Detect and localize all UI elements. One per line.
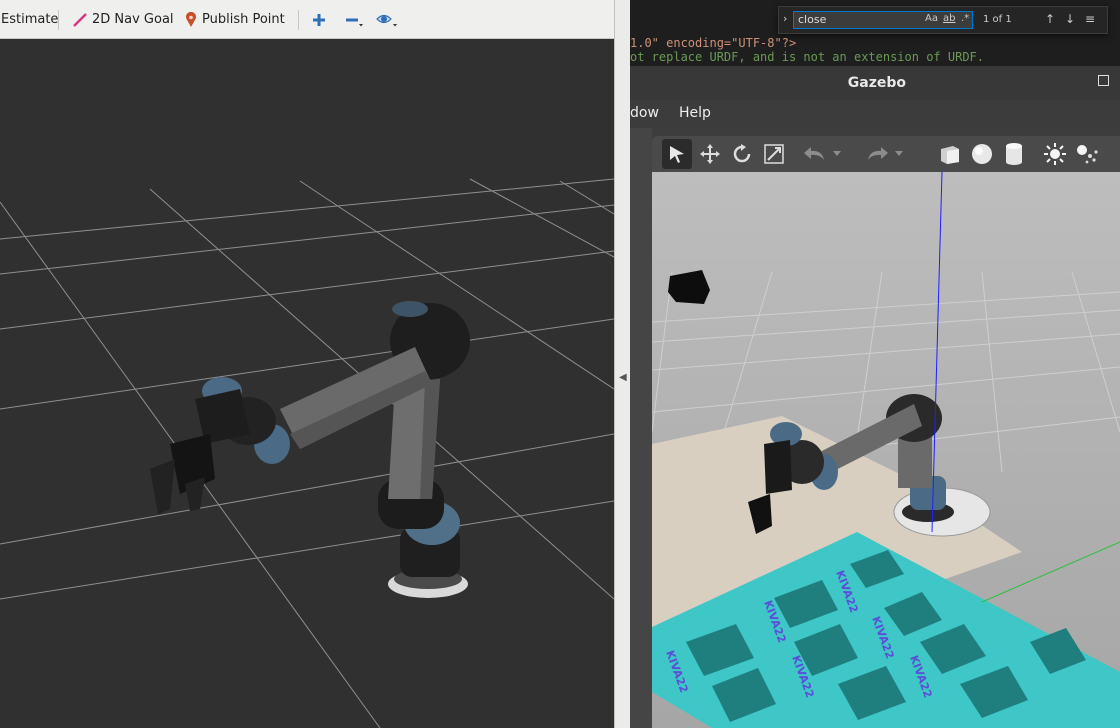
ur5-robot-model <box>150 301 470 598</box>
code-line: 1.0" encoding="UTF-8"?> <box>630 36 797 50</box>
insert-cylinder-button[interactable] <box>999 139 1029 169</box>
eye-icon <box>376 14 397 26</box>
insert-point-light-button[interactable] <box>1040 139 1070 169</box>
rviz-splitter[interactable]: ◀ <box>614 0 630 728</box>
sphere-shape-icon <box>972 144 992 164</box>
find-widget: › close Aa ab .* 1 of 1 ↑ ↓ ≡ <box>778 6 1108 34</box>
undo-history-dropdown[interactable] <box>830 139 844 169</box>
nav-goal-arrow-icon <box>73 12 87 27</box>
spot-light-icon <box>1077 145 1098 164</box>
map-pin-icon <box>186 11 196 27</box>
gazebo-toolbar <box>652 136 1120 172</box>
gazebo-3d-viewport[interactable]: KIVA22 KIVA22 KIVA22 KIVA22 KIVA22 KIVA2… <box>652 172 1120 728</box>
find-in-selection-icon[interactable]: ≡ <box>1085 12 1095 26</box>
rviz-toolbar: Estimate 2D Nav Goal Publish Point <box>0 0 614 39</box>
insert-sphere-button[interactable] <box>967 139 997 169</box>
scale-icon <box>764 144 784 164</box>
undo-button[interactable] <box>800 139 830 169</box>
whole-word-toggle[interactable]: ab <box>943 13 955 24</box>
rotate-mode-button[interactable] <box>727 139 757 169</box>
chevron-down-icon <box>895 151 903 156</box>
rotate-icon <box>733 144 751 163</box>
box-shape-icon <box>941 146 959 164</box>
insert-spot-light-button[interactable] <box>1072 139 1102 169</box>
publish-point-label: Publish Point <box>202 12 285 27</box>
gazebo-scene: KIVA22 KIVA22 KIVA22 KIVA22 KIVA22 KIVA2… <box>652 172 1120 728</box>
add-tool-button[interactable] <box>312 0 326 39</box>
code-editor: › close Aa ab .* 1 of 1 ↑ ↓ ≡ 1.0" encod… <box>630 0 1120 70</box>
insert-box-button[interactable] <box>935 139 965 169</box>
point-light-icon <box>1044 143 1066 165</box>
gazebo-left-panel <box>630 128 652 728</box>
chevron-right-icon[interactable]: › <box>783 12 787 25</box>
gazebo-menubar: dow Help <box>630 100 1120 128</box>
rviz-scene <box>0 178 614 728</box>
redo-button[interactable] <box>862 139 892 169</box>
collapse-arrow-icon[interactable]: ◀ <box>619 372 627 383</box>
view-options-button[interactable] <box>376 0 400 39</box>
select-mode-button[interactable] <box>662 139 692 169</box>
find-result-count: 1 of 1 <box>983 14 1012 25</box>
rviz-3d-viewport[interactable] <box>0 39 614 728</box>
cylinder-shape-icon <box>1006 143 1022 165</box>
minus-icon <box>346 18 363 26</box>
rviz-grid <box>0 178 614 728</box>
regex-toggle[interactable]: .* <box>961 13 969 24</box>
maximize-icon[interactable] <box>1098 75 1109 86</box>
code-line: ot replace URDF, and is not an extension… <box>630 50 985 64</box>
toolbar-separator <box>298 10 299 30</box>
menu-help[interactable]: Help <box>679 105 711 121</box>
select-arrow-icon <box>670 146 684 163</box>
plus-icon <box>313 13 325 26</box>
menu-window[interactable]: dow <box>630 105 659 121</box>
toolbar-separator <box>58 10 59 30</box>
previous-match-icon[interactable]: ↑ <box>1045 12 1055 26</box>
gazebo-window: Gazebo dow Help KIVA22 KIVA22 KIVA22 KIV… <box>630 66 1120 728</box>
rviz-window: Estimate 2D Nav Goal Publish Point <box>0 0 614 728</box>
next-match-icon[interactable]: ↓ <box>1065 12 1075 26</box>
nav-goal-label: 2D Nav Goal <box>92 12 174 27</box>
publish-point-tool[interactable]: Publish Point <box>185 0 285 39</box>
2d-pose-estimate-tool[interactable]: Estimate <box>1 0 58 39</box>
window-title: Gazebo <box>847 75 906 91</box>
translate-mode-button[interactable] <box>695 139 725 169</box>
undo-icon <box>804 147 824 160</box>
scale-mode-button[interactable] <box>759 139 789 169</box>
chevron-down-icon <box>833 151 841 156</box>
gazebo-titlebar: Gazebo <box>630 66 1120 100</box>
redo-history-dropdown[interactable] <box>892 139 906 169</box>
translate-icon <box>700 144 720 164</box>
remove-tool-button[interactable] <box>345 0 365 39</box>
pose-estimate-label: Estimate <box>1 12 59 27</box>
redo-icon <box>868 147 888 160</box>
match-case-toggle[interactable]: Aa <box>925 13 938 24</box>
2d-nav-goal-tool[interactable]: 2D Nav Goal <box>72 0 174 39</box>
